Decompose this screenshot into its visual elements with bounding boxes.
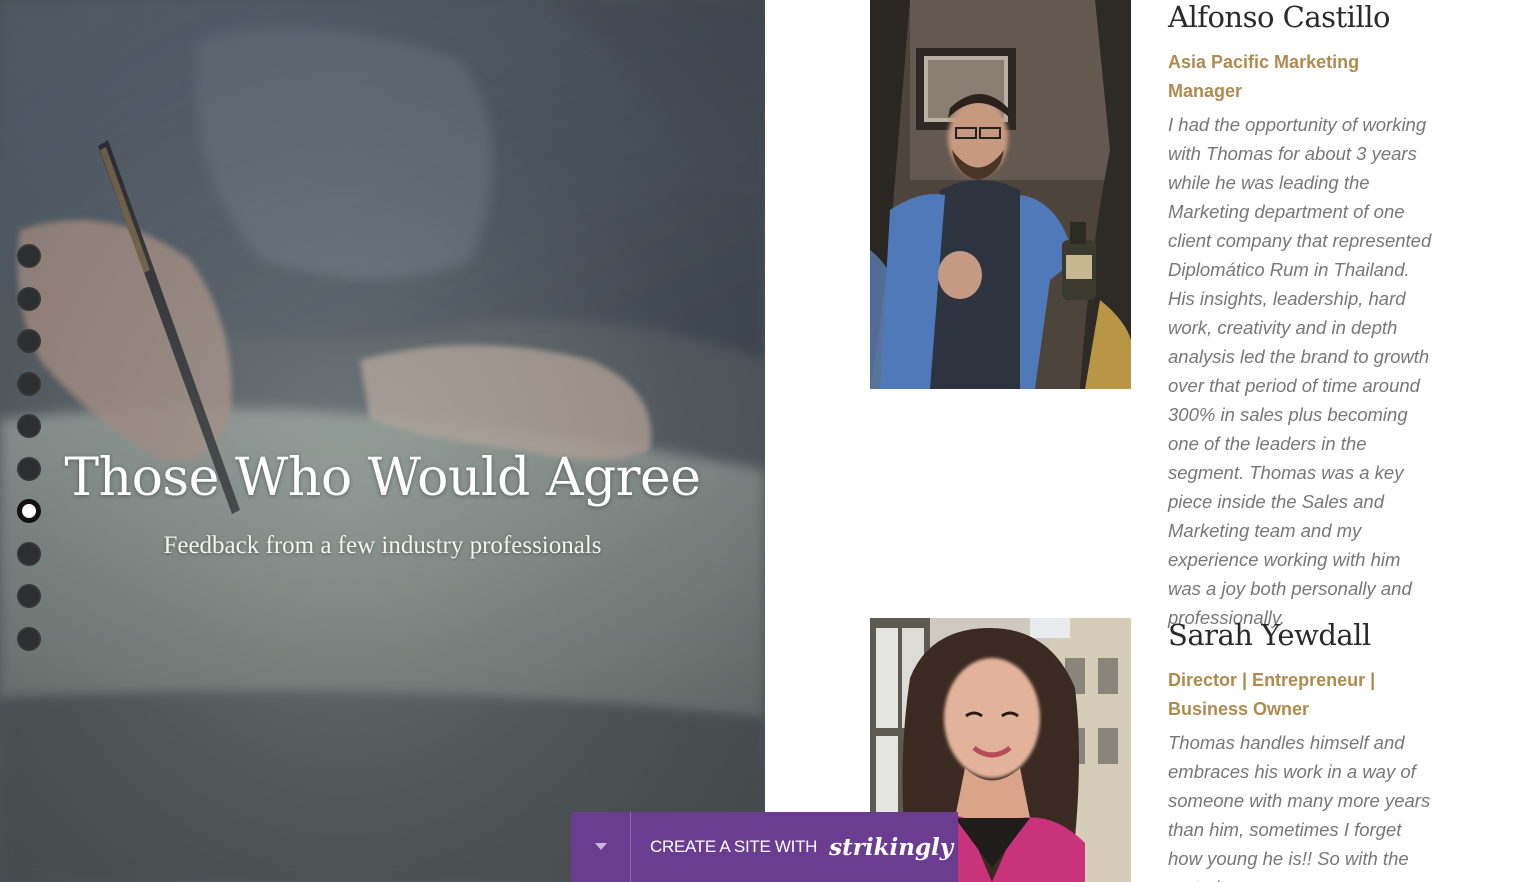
- section-dot-10[interactable]: [17, 626, 41, 651]
- section-dot-5[interactable]: [17, 414, 41, 438]
- testimonial-portrait: [870, 0, 1131, 389]
- page: Those Who Would Agree Feedback from a fe…: [0, 0, 1530, 882]
- testimonial-name: Alfonso Castillo: [1168, 0, 1390, 34]
- section-dot-2[interactable]: [17, 286, 41, 311]
- section-dot-1[interactable]: [17, 244, 41, 268]
- testimonial-role: Asia Pacific Marketing Manager: [1168, 52, 1360, 101]
- section-dot-8[interactable]: [17, 541, 41, 566]
- create-site-banner[interactable]: CREATE A SITE WITH strikingly: [571, 812, 958, 882]
- section-dot-6[interactable]: [17, 456, 41, 481]
- caret-down-icon[interactable]: [571, 812, 631, 882]
- hero-title: Those Who Would Agree: [64, 448, 701, 508]
- caret-down-icon-shape: [594, 843, 607, 850]
- testimonial-info: Sarah Yewdall Director | Entrepreneur | …: [1168, 618, 1438, 882]
- hero-subtitle: Feedback from a few industry professiona…: [163, 532, 602, 559]
- testimonial-info: Alfonso Castillo Asia Pacific Marketing …: [1168, 0, 1438, 632]
- testimonial-quote: Thomas handles himself and embraces his …: [1168, 732, 1431, 882]
- strikingly-logo[interactable]: strikingly: [829, 834, 953, 861]
- hero-section: Those Who Would Agree Feedback from a fe…: [0, 0, 765, 882]
- create-site-text[interactable]: CREATE A SITE WITH: [650, 837, 817, 857]
- section-dot-3[interactable]: [17, 329, 41, 353]
- section-dot-navigation: [17, 244, 41, 669]
- testimonial-name: Sarah Yewdall: [1168, 618, 1371, 652]
- hero-overlay: [0, 0, 765, 882]
- testimonial-quote: I had the opportunity of working with Th…: [1168, 114, 1432, 628]
- section-dot-7-active[interactable]: [17, 499, 41, 523]
- section-dot-4[interactable]: [17, 371, 41, 396]
- section-dot-9[interactable]: [17, 584, 41, 608]
- testimonial-role: Director | Entrepreneur | Business Owner: [1168, 670, 1376, 719]
- portrait-photo-alfonso: [870, 0, 1131, 389]
